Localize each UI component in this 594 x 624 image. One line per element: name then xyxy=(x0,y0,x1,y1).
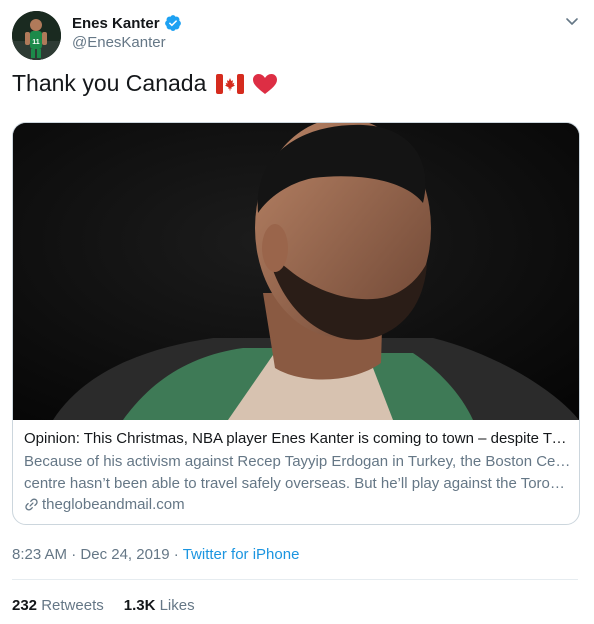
verified-badge-icon xyxy=(164,15,181,31)
likes-label: Likes xyxy=(159,597,195,614)
card-image xyxy=(13,123,579,420)
tweet-time[interactable]: 8:23 AM xyxy=(12,546,67,563)
canada-flag-icon xyxy=(216,73,245,94)
card-description: Because of his activism against Recep Ta… xyxy=(24,451,572,495)
author-avatar[interactable]: 11 xyxy=(12,11,61,60)
retweets-label: Retweets xyxy=(41,597,104,614)
link-preview-card[interactable]: Opinion: This Christmas, NBA player Enes… xyxy=(12,122,580,525)
author-name[interactable]: Enes Kanter xyxy=(72,15,160,32)
tweet-text-body: Thank you Canada xyxy=(12,70,207,96)
card-description-line: centre hasn’t been able to travel safely… xyxy=(24,475,572,492)
likes-stat[interactable]: 1.3K Likes xyxy=(124,597,195,614)
author-name-row[interactable]: Enes Kanter xyxy=(72,14,182,32)
svg-text:11: 11 xyxy=(32,39,40,46)
chevron-down-icon[interactable] xyxy=(564,13,580,29)
likes-count: 1.3K xyxy=(123,597,156,614)
card-domain[interactable]: theglobeandmail.com xyxy=(24,496,572,513)
tweet-text: Thank you Canada xyxy=(12,70,278,97)
red-heart-icon xyxy=(253,73,278,94)
player-photo xyxy=(13,123,579,420)
retweets-count: 232 xyxy=(12,597,38,614)
meta-separator: · xyxy=(67,546,81,563)
retweets-stat[interactable]: 232 Retweets xyxy=(12,597,104,614)
link-icon xyxy=(25,498,38,511)
avatar-image: 11 xyxy=(12,11,61,60)
tweet-date[interactable]: Dec 24, 2019 xyxy=(80,546,169,563)
card-description-line: Because of his activism against Recep Ta… xyxy=(24,453,572,470)
author-handle[interactable]: @EnesKanter xyxy=(72,34,166,51)
tweet-stats: 232 Retweets 1.3K Likes xyxy=(12,597,215,614)
card-title[interactable]: Opinion: This Christmas, NBA player Enes… xyxy=(24,429,572,449)
meta-separator: · xyxy=(169,546,183,563)
card-domain-text: theglobeandmail.com xyxy=(42,496,185,513)
tweet-meta: 8:23 AM · Dec 24, 2019 · Twitter for iPh… xyxy=(12,546,299,563)
divider xyxy=(12,579,578,580)
card-body: Opinion: This Christmas, NBA player Enes… xyxy=(24,429,572,513)
tweet-source[interactable]: Twitter for iPhone xyxy=(183,546,300,563)
